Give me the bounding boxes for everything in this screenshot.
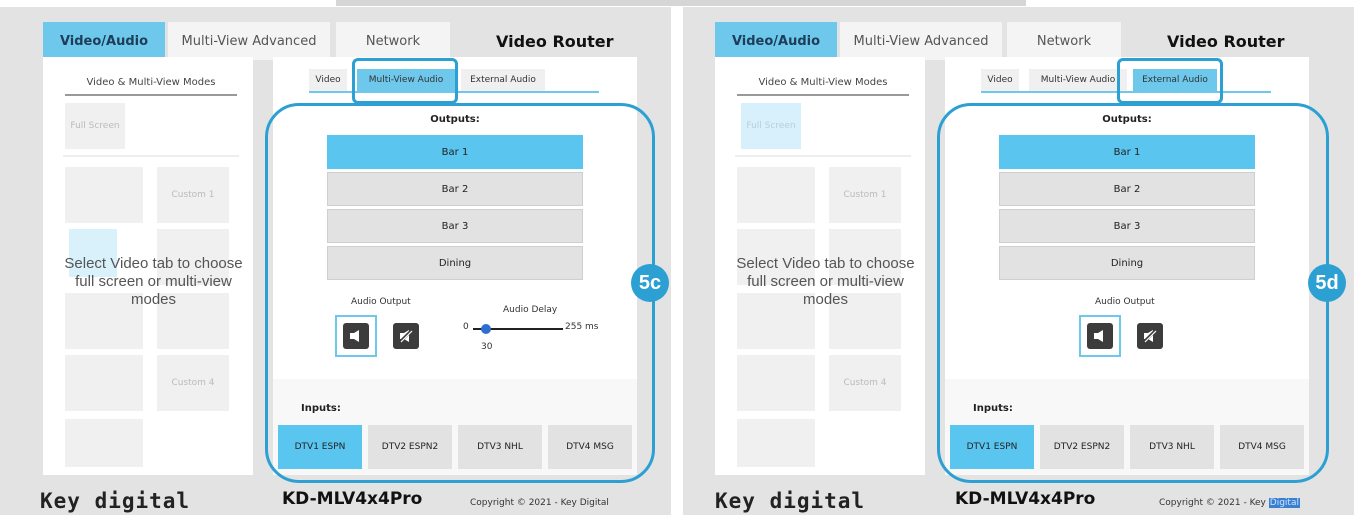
subtab-multi-view-audio[interactable]: Multi-View Audio (1029, 69, 1127, 91)
page-title: Video Router (1167, 31, 1285, 51)
mode-custom-4[interactable]: Custom 4 (829, 355, 901, 411)
mode-layout-5[interactable] (737, 419, 815, 467)
mode-layout-quad[interactable] (737, 167, 815, 223)
select-video-tab-note: Select Video tab to choose full screen o… (736, 255, 915, 308)
mode-divider (735, 155, 911, 157)
mode-column-header: Video & Multi-View Modes (737, 77, 909, 96)
top-strip (336, 0, 1026, 6)
mode-divider (63, 155, 239, 157)
callout-badge: 5c (631, 264, 669, 302)
mode-custom-1[interactable]: Custom 1 (157, 167, 229, 223)
tab-multi-view-advanced[interactable]: Multi-View Advanced (168, 22, 330, 60)
page-title: Video Router (496, 31, 614, 51)
callout-subtab-highlight (352, 58, 458, 104)
mode-column: Video & Multi-View Modes Full Screen Cus… (43, 57, 253, 475)
brand-logo: Key digital (715, 489, 866, 513)
tab-network[interactable]: Network (1007, 22, 1121, 60)
copyright-highlight: Digital (1268, 498, 1300, 508)
tab-video-audio[interactable]: Video/Audio (715, 22, 837, 60)
panel-5d: Video/Audio Multi-View Advanced Network … (683, 7, 1354, 515)
tab-network[interactable]: Network (336, 22, 450, 60)
panel-5c: Video/Audio Multi-View Advanced Network … (0, 7, 671, 515)
copyright-text: Copyright © 2021 - Key Digital (1159, 498, 1300, 508)
tab-video-audio[interactable]: Video/Audio (43, 22, 165, 60)
callout-settings-highlight (265, 103, 655, 483)
subtab-video[interactable]: Video (981, 69, 1019, 91)
subtab-external-audio[interactable]: External Audio (461, 69, 545, 91)
copyright-text: Copyright © 2021 - Key Digital (470, 498, 609, 508)
mode-full-screen[interactable]: Full Screen (741, 103, 801, 149)
select-video-tab-note: Select Video tab to choose full screen o… (64, 255, 243, 308)
model-name: KD-MLV4x4Pro (282, 489, 423, 509)
mode-column-header: Video & Multi-View Modes (65, 77, 237, 96)
callout-subtab-highlight (1117, 58, 1223, 104)
tab-multi-view-advanced[interactable]: Multi-View Advanced (840, 22, 1002, 60)
mode-layout-4[interactable] (65, 355, 143, 411)
mode-column: Video & Multi-View Modes Full Screen Cus… (715, 57, 925, 475)
subtab-video[interactable]: Video (309, 69, 347, 91)
mode-layout-5[interactable] (65, 419, 143, 467)
callout-settings-highlight (937, 103, 1329, 483)
mode-layout-quad[interactable] (65, 167, 143, 223)
mode-custom-4[interactable]: Custom 4 (157, 355, 229, 411)
model-name: KD-MLV4x4Pro (955, 489, 1096, 509)
brand-logo: Key digital (40, 489, 191, 513)
mode-custom-1[interactable]: Custom 1 (829, 167, 901, 223)
callout-badge: 5d (1308, 264, 1346, 302)
page: Video/Audio Multi-View Advanced Network … (0, 0, 1354, 515)
mode-full-screen[interactable]: Full Screen (65, 103, 125, 149)
copyright-main: Copyright © 2021 - Key (1159, 498, 1266, 508)
mode-layout-4[interactable] (737, 355, 815, 411)
